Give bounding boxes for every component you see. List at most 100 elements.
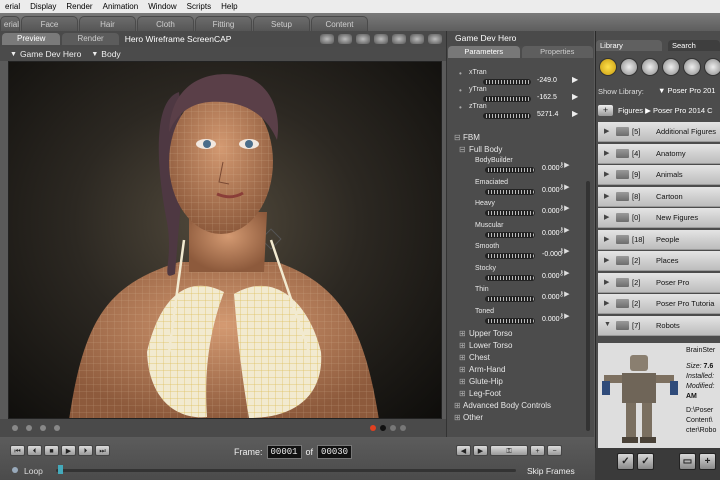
add-keyframe-button[interactable]: + [530, 445, 545, 456]
param-group-advanced[interactable]: Advanced Body Controls [463, 401, 551, 410]
add-folder-button[interactable]: + [598, 105, 613, 116]
props-icon[interactable] [704, 58, 720, 76]
figures-icon[interactable] [599, 58, 617, 76]
keyframes-button[interactable]: ⚿ [490, 445, 528, 456]
library-folder-row[interactable]: ▶ [9] Animals [598, 165, 720, 185]
color-swatch-icon[interactable] [380, 425, 386, 431]
total-frames-input[interactable]: 00030 [317, 445, 353, 459]
expand-icon[interactable]: ⊞ [459, 365, 466, 374]
menu-item[interactable]: Animation [98, 2, 144, 11]
chevron-down-icon[interactable]: ▼ [10, 51, 17, 58]
library-folder-row[interactable]: ▼ [7] Robots [598, 315, 720, 336]
tab-parameters[interactable]: Parameters [448, 46, 520, 58]
menu-item[interactable]: Render [61, 2, 97, 11]
room-tab-face[interactable]: Face [21, 16, 78, 31]
library-folder-row[interactable]: ▶ [2] Places [598, 251, 720, 271]
morph-value[interactable]: 0.000 [542, 273, 560, 280]
param-dial[interactable] [483, 79, 531, 85]
menu-item[interactable]: Window [143, 2, 181, 11]
menu-item[interactable]: Display [25, 2, 61, 11]
morph-dial[interactable] [485, 317, 535, 324]
param-group-other[interactable]: Other [463, 413, 483, 422]
menu-item[interactable]: Scripts [182, 2, 216, 11]
param-group[interactable]: Leg-Foot [469, 389, 501, 398]
expand-arrow-icon[interactable]: ▶ [604, 299, 609, 307]
expand-arrow-icon[interactable]: ▶ [604, 149, 609, 157]
param-menu-arrow-icon[interactable]: ▶ [572, 75, 578, 84]
room-tab-cloth[interactable]: Cloth [137, 16, 194, 31]
tab-render[interactable]: Render [62, 33, 119, 45]
play-button[interactable]: ▶ [61, 445, 76, 456]
chevron-down-icon[interactable]: ▼ [91, 51, 98, 58]
expand-arrow-icon[interactable]: ▶ [604, 127, 609, 135]
param-group[interactable]: Arm-Hand [469, 365, 505, 374]
hand-icon[interactable] [683, 58, 701, 76]
morph-dial[interactable] [485, 274, 535, 281]
tab-library[interactable]: Library [596, 40, 662, 51]
room-tab-setup[interactable]: Setup [253, 16, 310, 31]
morph-value[interactable]: 0.000 [542, 165, 560, 172]
tab-preview[interactable]: Preview [2, 33, 61, 45]
room-tab-material[interactable]: erial [0, 16, 20, 31]
last-frame-button[interactable]: ⏭ [95, 445, 110, 456]
color-swatch-icon[interactable] [400, 425, 406, 431]
light-icon[interactable] [40, 425, 46, 431]
render-settings-icon[interactable] [320, 34, 334, 44]
expand-icon[interactable]: ⊞ [459, 377, 466, 386]
morph-value[interactable]: 0.000 [542, 187, 560, 194]
key-link-icon[interactable]: ⚷▶ [559, 269, 570, 277]
move-icon[interactable] [410, 34, 424, 44]
poses-icon[interactable] [620, 58, 638, 76]
param-value[interactable]: -249.0 [537, 77, 557, 84]
material-icon[interactable] [374, 34, 388, 44]
subgroup-full-body[interactable]: Full Body [469, 145, 502, 154]
hair-icon[interactable] [662, 58, 680, 76]
library-folder-row[interactable]: ▶ [2] Poser Pro [598, 272, 720, 293]
tab-search[interactable]: Search [668, 40, 720, 51]
next-keyframe-button[interactable]: ▶ [473, 445, 488, 456]
morph-dial[interactable] [485, 188, 535, 195]
key-link-icon[interactable]: ⚷▶ [559, 247, 570, 255]
menu-item[interactable]: Help [216, 2, 242, 11]
remove-keyframe-button[interactable]: − [547, 445, 562, 456]
param-group[interactable]: Chest [469, 353, 490, 362]
figure-select[interactable]: Game Dev Hero [20, 49, 81, 59]
library-folder-row[interactable]: ▶ [8] Cartoon [598, 186, 720, 207]
key-link-icon[interactable]: ⚷▶ [559, 161, 570, 169]
param-group[interactable]: Glute-Hip [469, 377, 503, 386]
expand-arrow-icon[interactable]: ▶ [604, 170, 609, 178]
param-group[interactable]: Lower Torso [469, 341, 512, 350]
expression-icon[interactable] [641, 58, 659, 76]
sphere-icon[interactable] [356, 34, 370, 44]
expand-arrow-icon[interactable]: ▶ [604, 278, 609, 286]
expand-icon[interactable]: ⊞ [454, 413, 461, 422]
expand-icon[interactable]: ⊞ [459, 389, 466, 398]
param-group[interactable]: Upper Torso [469, 329, 512, 338]
key-link-icon[interactable]: ⚷▶ [559, 226, 570, 234]
timeline-handle[interactable] [58, 465, 63, 474]
key-link-icon[interactable]: ⚷▶ [559, 183, 570, 191]
scrollbar[interactable] [586, 181, 590, 431]
prev-keyframe-button[interactable]: ◀ [456, 445, 471, 456]
expand-arrow-icon[interactable]: ▶ [604, 235, 609, 243]
loop-toggle[interactable] [12, 467, 18, 473]
library-folder-row[interactable]: ▶ [4] Anatomy [598, 143, 720, 164]
light-icon[interactable] [54, 425, 60, 431]
morph-value[interactable]: 0.000 [542, 316, 560, 323]
apply-add-button[interactable]: ✓ [637, 453, 654, 470]
first-frame-button[interactable]: ⏮ [10, 445, 25, 456]
param-menu-arrow-icon[interactable]: ▶ [572, 109, 578, 118]
collapse-icon[interactable]: ⊟ [454, 133, 461, 142]
morph-dial[interactable] [485, 253, 535, 259]
key-link-icon[interactable]: ⚷▶ [559, 290, 570, 298]
morph-value[interactable]: 0.000 [542, 294, 560, 301]
param-value[interactable]: -162.5 [537, 94, 557, 101]
breadcrumb[interactable]: Figures ▶ Poser Pro 2014 C [618, 106, 713, 115]
morph-value[interactable]: 0.000 [542, 230, 560, 237]
light-icon[interactable] [26, 425, 32, 431]
color-swatch-icon[interactable] [370, 425, 376, 431]
step-back-button[interactable]: ⏴ [27, 445, 42, 456]
tab-properties[interactable]: Properties [521, 46, 593, 58]
morph-dial[interactable] [485, 231, 535, 238]
menu-item[interactable]: erial [0, 2, 25, 11]
